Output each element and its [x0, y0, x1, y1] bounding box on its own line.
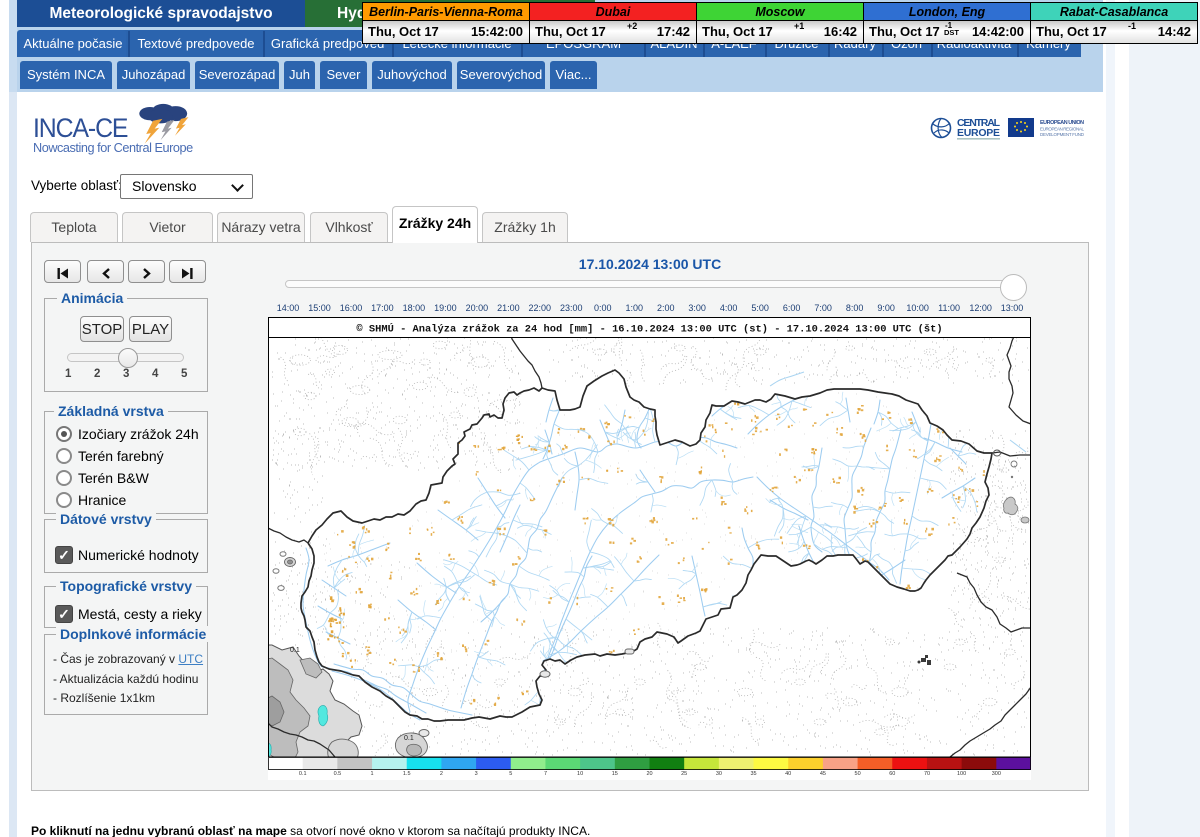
svg-text:7: 7 [544, 771, 547, 777]
svg-text:60: 60 [889, 771, 895, 777]
svg-text:2: 2 [440, 771, 443, 777]
svg-text:20: 20 [646, 771, 652, 777]
svg-text:30: 30 [716, 771, 722, 777]
svg-text:EUROPE: EUROPE [957, 127, 1000, 139]
svg-text:EUROPEAN UNION: EUROPEAN UNION [1040, 120, 1084, 126]
svg-text:© SHMÚ - Analýza zrážok za 24: © SHMÚ - Analýza zrážok za 24 hod [mm] -… [356, 322, 942, 336]
svg-text:25: 25 [681, 771, 687, 777]
svg-text:0.1: 0.1 [404, 735, 414, 742]
svg-text:0.1: 0.1 [299, 771, 307, 777]
svg-text:1.5: 1.5 [403, 771, 411, 777]
svg-text:1: 1 [370, 771, 373, 777]
svg-text:DEVELOPMENT FUND: DEVELOPMENT FUND [1040, 132, 1085, 137]
svg-text:100: 100 [957, 771, 966, 777]
svg-text:0.5: 0.5 [334, 771, 342, 777]
svg-text:300: 300 [992, 771, 1001, 777]
svg-text:15: 15 [612, 771, 618, 777]
svg-text:EUROPEAN REGIONAL: EUROPEAN REGIONAL [1040, 127, 1084, 132]
svg-text:0.1: 0.1 [290, 647, 300, 654]
svg-text:3: 3 [475, 771, 478, 777]
svg-text:5: 5 [509, 771, 512, 777]
svg-text:10: 10 [577, 771, 583, 777]
svg-text:40: 40 [785, 771, 791, 777]
svg-text:35: 35 [750, 771, 756, 777]
svg-text:70: 70 [924, 771, 930, 777]
svg-text:50: 50 [855, 771, 861, 777]
svg-text:45: 45 [820, 771, 826, 777]
